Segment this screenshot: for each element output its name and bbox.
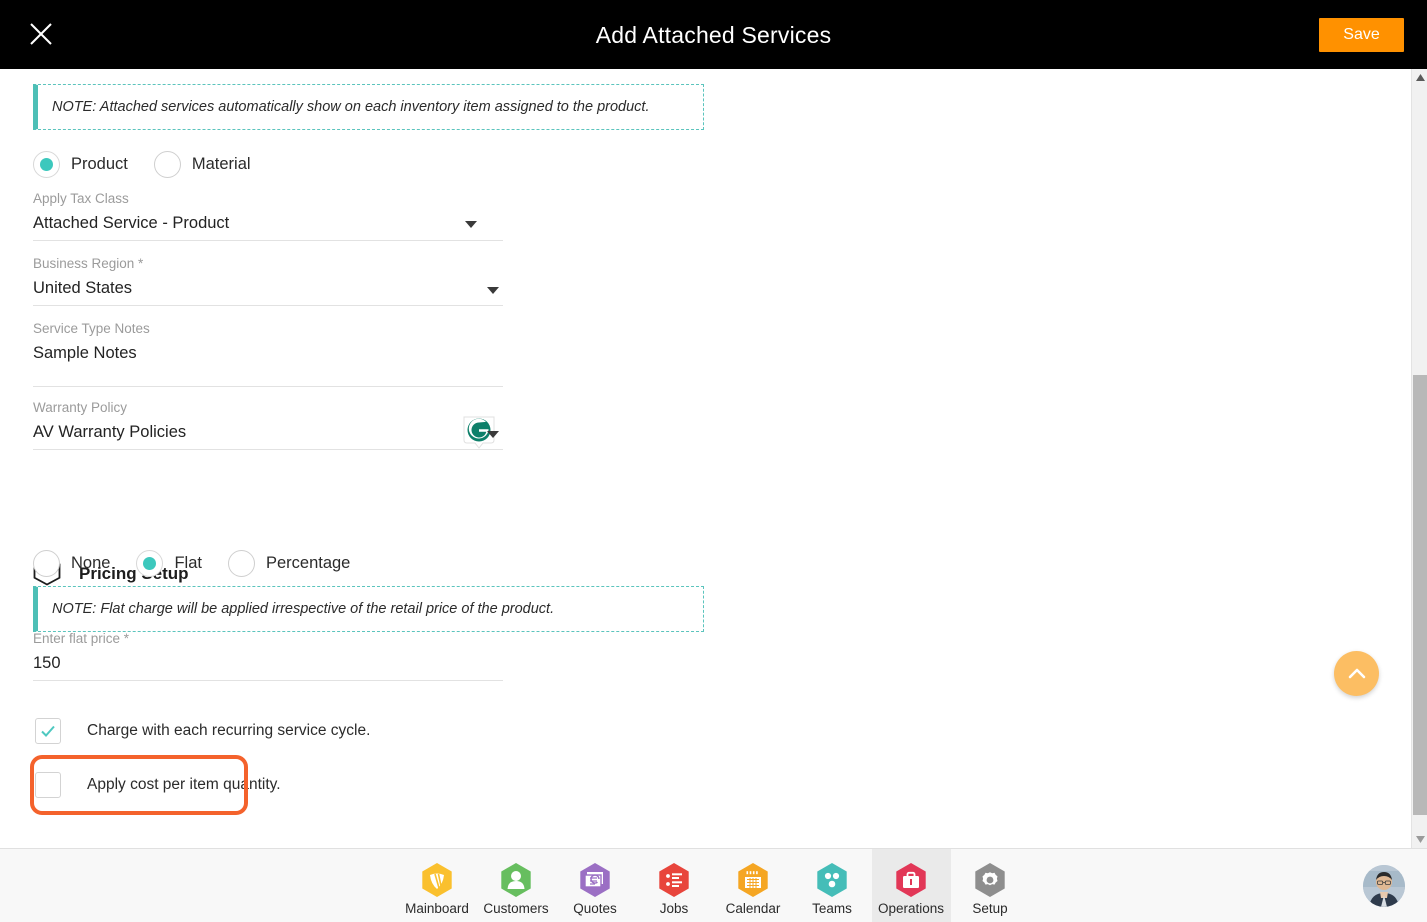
service-type-notes-input[interactable]: Service Type Notes Sample Notes (33, 321, 503, 387)
nav-label: Jobs (659, 901, 689, 916)
flat-price-input[interactable]: Enter flat price * 150 (33, 631, 503, 681)
nav-item-calendar[interactable]: Calendar (714, 849, 793, 922)
radio-label: None (71, 554, 111, 572)
radio-circle-icon (153, 151, 181, 178)
note-flat-charge: NOTE: Flat charge will be applied irresp… (33, 586, 704, 632)
nav-item-customers[interactable]: Customers (477, 849, 556, 922)
nav-label: Customers (483, 901, 549, 916)
radio-circle-icon (33, 550, 60, 577)
field-label: Apply Tax Class (33, 191, 129, 206)
apply-tax-class-select[interactable]: Apply Tax Class Attached Service - Produ… (33, 191, 503, 241)
scroll-up-arrow-icon[interactable] (1412, 69, 1427, 86)
radio-circle-icon (136, 550, 164, 577)
field-label: Business Region * (33, 256, 144, 271)
nav-items: Mainboard Customers Quotes Jobs Calendar… (398, 849, 1030, 922)
checkbox-box[interactable] (35, 718, 61, 744)
nav-item-jobs[interactable]: Jobs (635, 849, 714, 922)
field-label: Enter flat price * (33, 631, 130, 646)
setup-icon (975, 863, 1005, 897)
vertical-scrollbar[interactable] (1411, 69, 1427, 848)
chevron-down-icon (487, 287, 499, 294)
scrollbar-thumb[interactable] (1413, 375, 1427, 815)
checkbox-label: Charge with each recurring service cycle… (87, 722, 371, 739)
nav-label: Teams (812, 901, 852, 916)
app-root: Add Attached Services Save NOTE: Attache… (0, 0, 1427, 922)
quotes-icon (580, 863, 610, 897)
nav-label: Operations (877, 901, 945, 916)
teams-icon (817, 863, 847, 897)
nav-label: Calendar (725, 901, 781, 916)
radio-label: Percentage (265, 554, 351, 572)
radio-label: Flat (174, 554, 202, 572)
calendar-icon (738, 863, 768, 897)
pricing-mode-radio-group: None Flat Percentage (33, 550, 376, 577)
modal-header: Add Attached Services Save (0, 0, 1427, 69)
radio-circle-icon (227, 550, 255, 577)
note-text: NOTE: Attached services automatically sh… (52, 99, 650, 115)
field-value: 150 (33, 654, 61, 672)
radio-circle-icon (33, 151, 60, 178)
field-value: Attached Service - Product (33, 214, 230, 232)
radio-label: Material (191, 155, 251, 173)
checkbox-label: Apply cost per item quantity. (87, 776, 281, 793)
radio-percentage[interactable]: Percentage (227, 550, 351, 577)
note-text: NOTE: Flat charge will be applied irresp… (52, 601, 555, 617)
business-region-select[interactable]: Business Region * United States (33, 256, 503, 306)
warranty-policy-select[interactable]: Warranty Policy AV Warranty Policies (33, 400, 503, 450)
save-button[interactable]: Save (1319, 18, 1404, 52)
nav-item-operations[interactable]: Operations (871, 849, 951, 922)
nav-label: Setup (972, 901, 1008, 916)
radio-flat[interactable]: Flat (136, 550, 202, 577)
operations-icon (896, 863, 926, 897)
note-attached-services: NOTE: Attached services automatically sh… (33, 84, 704, 130)
check-icon (41, 725, 55, 737)
checkbox-box[interactable] (35, 772, 61, 798)
nav-label: Quotes (573, 901, 617, 916)
nav-label: Mainboard (405, 901, 469, 916)
checkbox-recurring-cycle[interactable]: Charge with each recurring service cycle… (35, 718, 370, 744)
field-value: United States (33, 279, 133, 297)
radio-product[interactable]: Product (33, 151, 128, 178)
chevron-down-icon (487, 431, 499, 438)
radio-label: Product (71, 155, 128, 173)
chevron-up-icon (1348, 668, 1365, 678)
service-type-radio-group: Product Material (33, 151, 277, 178)
radio-material[interactable]: Material (153, 151, 251, 178)
field-value: Sample Notes (33, 344, 137, 362)
field-label: Warranty Policy (33, 400, 128, 415)
modal-body: NOTE: Attached services automatically sh… (0, 69, 1411, 848)
field-label: Service Type Notes (33, 321, 150, 336)
nav-item-teams[interactable]: Teams (793, 849, 872, 922)
user-avatar (1363, 865, 1405, 907)
avatar[interactable] (1363, 865, 1405, 907)
nav-item-quotes[interactable]: Quotes (556, 849, 635, 922)
checkbox-cost-per-item-quantity[interactable]: Apply cost per item quantity. (35, 772, 281, 798)
scroll-down-arrow-icon[interactable] (1412, 831, 1427, 848)
radio-none[interactable]: None (33, 550, 110, 577)
customers-icon (501, 863, 531, 897)
page-title: Add Attached Services (595, 22, 832, 48)
mainboard-icon (422, 863, 452, 897)
scroll-to-top-button[interactable] (1334, 651, 1379, 696)
bottom-navigation-bar: Mainboard Customers Quotes Jobs Calendar… (0, 848, 1427, 922)
nav-item-mainboard[interactable]: Mainboard (398, 849, 477, 922)
jobs-icon (659, 863, 689, 897)
field-value: AV Warranty Policies (33, 423, 187, 441)
nav-item-setup[interactable]: Setup (951, 849, 1030, 922)
chevron-down-icon (465, 221, 477, 228)
